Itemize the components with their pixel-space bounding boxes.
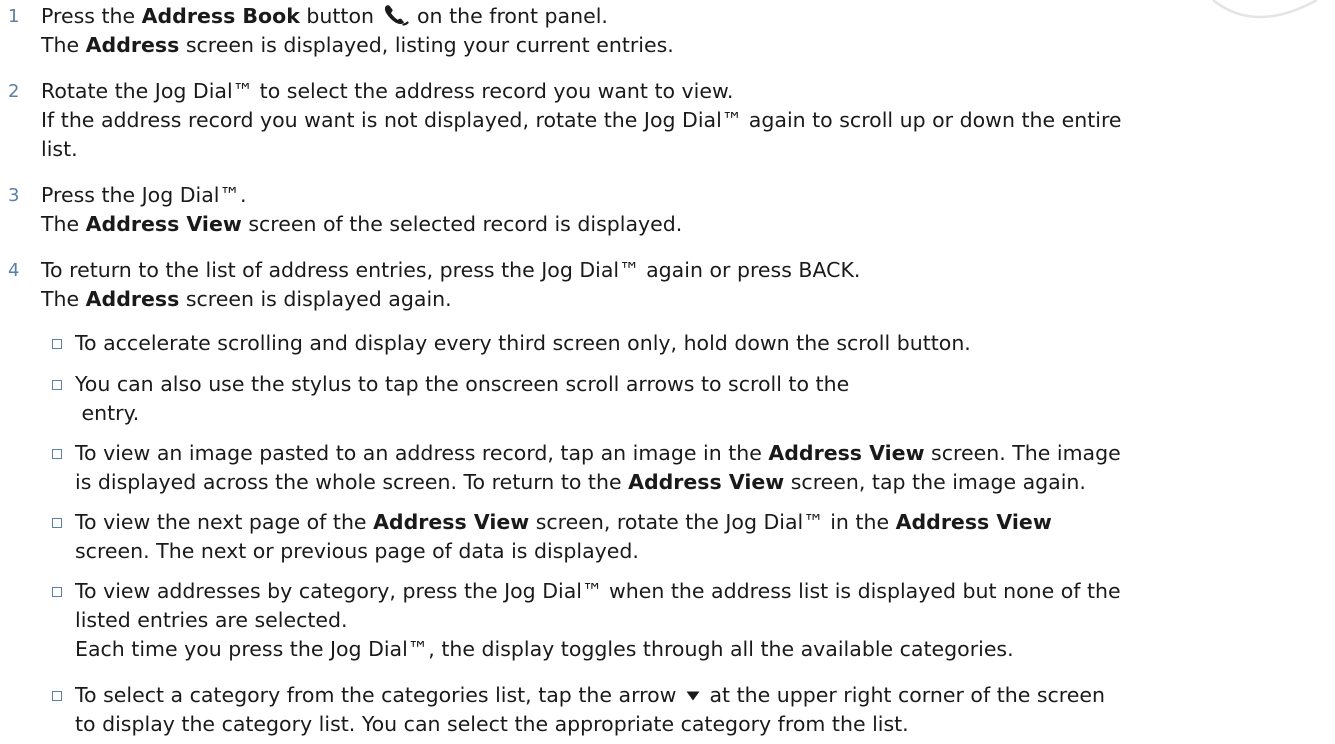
step-line: The Address screen is displayed again.: [41, 285, 1310, 314]
checkbox-bullet-icon: [52, 380, 62, 390]
screen-name: Address: [85, 287, 180, 311]
text-run: screen is displayed again.: [179, 287, 452, 311]
text-run: button: [299, 4, 381, 28]
step-number: 1: [8, 6, 20, 27]
note-line: entry.: [75, 401, 140, 425]
note-line: listed entries are selected.: [75, 608, 348, 632]
text-run: Press the: [41, 4, 142, 28]
checkbox-bullet-icon: [52, 339, 62, 349]
note-text: To view the next page of the Address Vie…: [75, 508, 1314, 566]
note-line: To view the next page of the Address Vie…: [75, 508, 1314, 537]
note-text: To view addresses by category, press the…: [75, 577, 1314, 664]
step-line: Rotate the Jog Dial™ to select the addre…: [41, 79, 734, 103]
text-run: at the upper right corner of the screen: [702, 683, 1105, 707]
step-number: 3: [8, 185, 20, 206]
step-text: Rotate the Jog Dial™ to select the addre…: [41, 77, 1310, 164]
step-text: Press the Address Book button on the fro…: [41, 2, 1310, 60]
step-text: To return to the list of address entries…: [41, 256, 1310, 314]
note-line: To view addresses by category, press the…: [75, 579, 1121, 603]
step-text: Press the Jog Dial™. The Address View sc…: [41, 181, 1310, 239]
note-line: screen. The next or previous page of dat…: [75, 539, 639, 563]
text-run: The: [41, 212, 86, 236]
checkbox-bullet-icon: [52, 691, 62, 701]
note-line: You can also use the stylus to tap the o…: [75, 372, 850, 396]
down-arrow-icon: [686, 691, 700, 701]
screen-name: Address: [85, 33, 180, 57]
step-line: The Address screen is displayed, listing…: [41, 31, 1310, 60]
text-run: screen, rotate the Jog Dial™ in the: [529, 510, 896, 534]
note-line: is displayed across the whole screen. To…: [75, 468, 1314, 497]
note-text: To select a category from the categories…: [75, 681, 1314, 739]
checkbox-bullet-icon: [52, 587, 62, 597]
note-line: Each time you press the Jog Dial™, the d…: [75, 637, 1014, 661]
checkbox-bullet-icon: [52, 518, 62, 528]
manual-page: 1 Press the Address Book button on the f…: [0, 0, 1335, 744]
step-line: Press the Jog Dial™.: [41, 183, 247, 207]
text-run: To select a category from the categories…: [75, 683, 683, 707]
text-run: The: [41, 287, 86, 311]
checkbox-bullet-icon: [52, 449, 62, 459]
note-text: To view an image pasted to an address re…: [75, 439, 1314, 497]
note-line: To accelerate scrolling and display ever…: [75, 331, 971, 355]
screen-name: Address View: [768, 441, 925, 465]
phone-icon: [384, 5, 409, 26]
screen-name: Address View: [85, 212, 242, 236]
note-text: You can also use the stylus to tap the o…: [75, 370, 1314, 428]
step-line: If the address record you want is not di…: [41, 108, 1122, 132]
step-line: The Address View screen of the selected …: [41, 210, 1310, 239]
step-line: Press the Address Book button on the fro…: [41, 2, 1310, 31]
step-line: To return to the list of address entries…: [41, 258, 861, 282]
text-run: To view an image pasted to an address re…: [75, 441, 769, 465]
text-run: on the front panel.: [410, 4, 608, 28]
screen-name: Address View: [895, 510, 1052, 534]
text-run: screen is displayed, listing your curren…: [179, 33, 674, 57]
screen-name: Address View: [628, 470, 785, 494]
text-run: To view the next page of the: [75, 510, 374, 534]
text-run: screen. The image: [924, 441, 1121, 465]
note-line: To select a category from the categories…: [75, 681, 1314, 710]
step-line: list.: [41, 137, 78, 161]
note-line: To view an image pasted to an address re…: [75, 439, 1314, 468]
button-name: Address Book: [141, 4, 300, 28]
text-run: screen, tap the image again.: [784, 470, 1086, 494]
text-run: screen of the selected record is display…: [241, 212, 683, 236]
step-number: 4: [8, 260, 20, 281]
note-line: to display the category list. You can se…: [75, 712, 909, 736]
screen-name: Address View: [373, 510, 530, 534]
note-text: To accelerate scrolling and display ever…: [75, 329, 1314, 358]
text-run: is displayed across the whole screen. To…: [75, 470, 629, 494]
step-number: 2: [8, 81, 20, 102]
text-run: The: [41, 33, 86, 57]
